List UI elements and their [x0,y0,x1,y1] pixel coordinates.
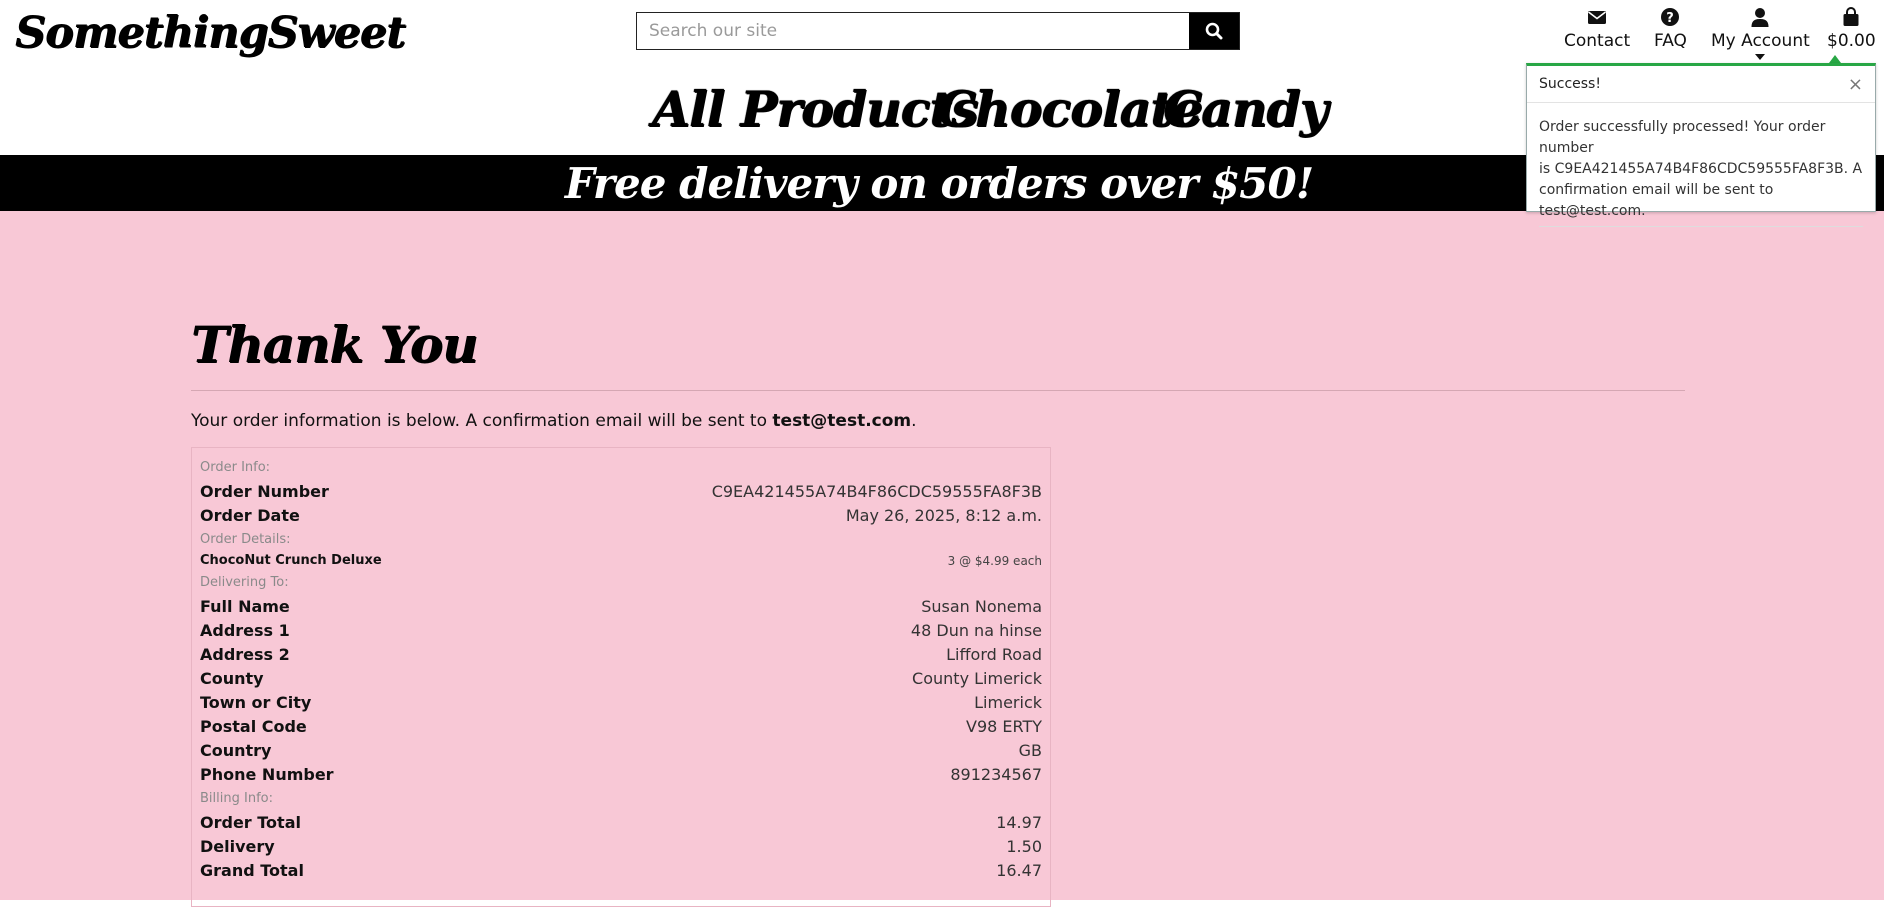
phone-row: Phone Number 891234567 [200,765,1042,784]
section-billing-info: Billing Info: [200,791,1042,806]
postcode-row: Postal Code V98 ERTY [200,717,1042,736]
postcode-value: V98 ERTY [966,717,1042,736]
nav-contact-link[interactable]: Contact [1564,6,1630,51]
search-button[interactable] [1189,13,1239,49]
svg-text:?: ? [1667,11,1675,26]
brand-logo[interactable]: SomethingSweet [15,8,406,58]
toast-divider [1539,226,1863,227]
question-circle-icon: ? [1661,8,1680,26]
nav-cart-link[interactable]: $0.00 [1827,6,1876,51]
item-name: ChocoNut Crunch Deluxe [200,553,382,568]
order-number-row: Order Number C9EA421455A74B4F86CDC59555F… [200,482,1042,501]
field-label: Order Total [200,813,301,832]
country-row: Country GB [200,741,1042,760]
country-value: GB [1018,741,1042,760]
section-order-details: Order Details: [200,532,1042,547]
field-label: Country [200,741,272,760]
full-name-value: Susan Nonema [921,597,1042,616]
address2-row: Address 2 Lifford Road [200,645,1042,664]
order-total-value: 14.97 [996,813,1042,832]
category-all-products[interactable]: All Products [652,80,979,138]
nav-account-menu[interactable]: My Account [1711,6,1810,60]
toast-message-line: confirmation email will be sent to test@… [1539,182,1774,219]
page-title: Thank You [191,315,478,374]
toast-message-line: Order successfully processed! Your order… [1539,119,1826,156]
field-label: Full Name [200,597,290,616]
item-quantity: 3 @ $4.99 each [947,553,1042,568]
field-label: Phone Number [200,765,334,784]
intro-text-main: Your order information is below. A confi… [191,411,773,431]
delivery-value: 1.50 [1006,837,1042,856]
success-toast: Success! × Order successfully processed!… [1526,63,1876,227]
nav-account-label: My Account [1711,31,1810,51]
county-row: County County Limerick [200,669,1042,688]
field-label: Order Date [200,506,300,525]
toast-message-line: is C9EA421455A74B4F86CDC59555FA8F3B. A [1539,161,1863,177]
order-number-value: C9EA421455A74B4F86CDC59555FA8F3B [711,482,1042,501]
toast-header: Success! × [1527,66,1875,103]
intro-text: Your order information is below. A confi… [191,411,917,431]
user-icon [1751,8,1769,27]
toast-title: Success! [1539,76,1601,92]
search-bar [636,12,1240,50]
search-input[interactable] [637,13,1189,49]
toast-arrow [1829,55,1841,63]
address1-row: Address 1 48 Dun na hinse [200,621,1042,640]
title-divider [191,390,1685,391]
shopping-bag-icon [1843,7,1859,26]
main-content: Thank You Your order information is belo… [0,211,1884,907]
town-row: Town or City Limerick [200,693,1042,712]
field-label: Address 1 [200,621,290,640]
field-label: Town or City [200,693,312,712]
field-label: Postal Code [200,717,307,736]
category-candy[interactable]: Candy [1163,80,1328,138]
field-label: Order Number [200,482,329,501]
order-item-row: ChocoNut Crunch Deluxe 3 @ $4.99 each [200,553,1042,568]
banner-text: Free delivery on orders over $50! [564,158,1314,208]
intro-email: test@test.com [772,411,912,431]
grand-total-value: 16.47 [996,861,1042,880]
field-label: Delivery [200,837,275,856]
field-label: County [200,669,264,688]
phone-value: 891234567 [950,765,1042,784]
address2-value: Lifford Road [946,645,1042,664]
nav-contact-label: Contact [1564,31,1631,51]
section-order-info: Order Info: [200,460,1042,475]
full-name-row: Full Name Susan Nonema [200,597,1042,616]
field-label: Grand Total [200,861,304,880]
county-value: County Limerick [912,669,1042,688]
section-label: Order Info: [200,460,271,475]
nav-cart-total: $0.00 [1827,31,1876,51]
order-date-row: Order Date May 26, 2025, 8:12 a.m. [200,506,1042,525]
order-total-row: Order Total 14.97 [200,813,1042,832]
chevron-down-icon [1755,54,1766,60]
intro-text-end: . [911,411,917,431]
order-summary: Order Info: Order Number C9EA421455A74B4… [191,447,1051,907]
section-label: Billing Info: [200,791,273,806]
nav-faq-link[interactable]: ? FAQ [1654,6,1687,51]
search-icon [1205,22,1223,40]
section-label: Delivering To: [200,575,289,590]
address1-value: 48 Dun na hinse [910,621,1042,640]
close-icon[interactable]: × [1848,74,1863,95]
section-label: Order Details: [200,532,291,547]
toast-message: Order successfully processed! Your order… [1527,103,1875,222]
delivery-row: Delivery 1.50 [200,837,1042,856]
envelope-icon [1588,11,1607,24]
town-value: Limerick [974,693,1042,712]
order-date-value: May 26, 2025, 8:12 a.m. [845,506,1042,525]
grand-total-row: Grand Total 16.47 [200,861,1042,880]
nav-faq-label: FAQ [1654,31,1687,51]
field-label: Address 2 [200,645,290,664]
section-delivering-to: Delivering To: [200,575,1042,590]
